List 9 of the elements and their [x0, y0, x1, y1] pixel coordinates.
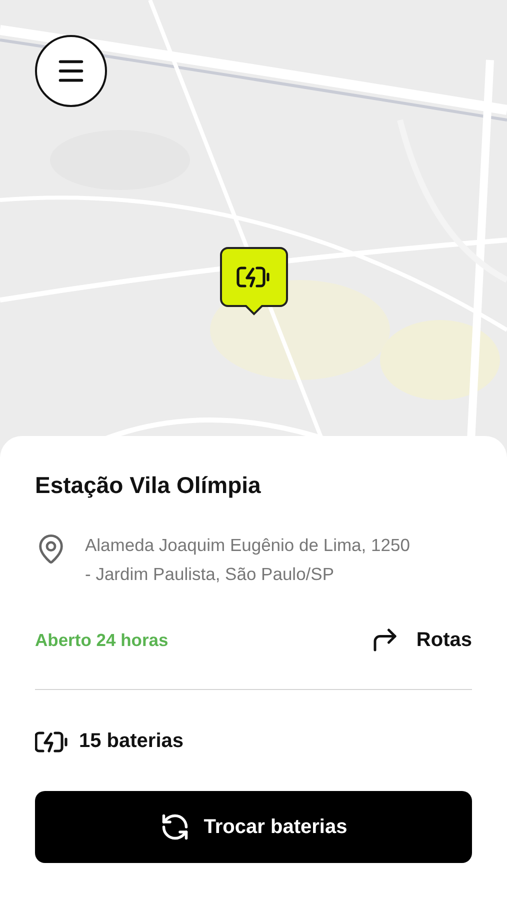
station-name: Estação Vila Olímpia	[35, 472, 262, 499]
station-address: Alameda Joaquim Eugênio de Lima, 1250 - Jardim Paulista, São Paulo/SP	[85, 534, 411, 586]
battery-count: 15 baterias	[79, 730, 184, 753]
battery-charging-icon	[35, 730, 69, 752]
opening-hours: Aberto 24 horas	[35, 630, 168, 650]
routes-button[interactable]: Rotas	[370, 625, 472, 655]
refresh-icon	[160, 812, 190, 842]
swap-batteries-button[interactable]: Trocar baterias	[35, 791, 472, 863]
battery-station-marker[interactable]	[220, 247, 288, 317]
